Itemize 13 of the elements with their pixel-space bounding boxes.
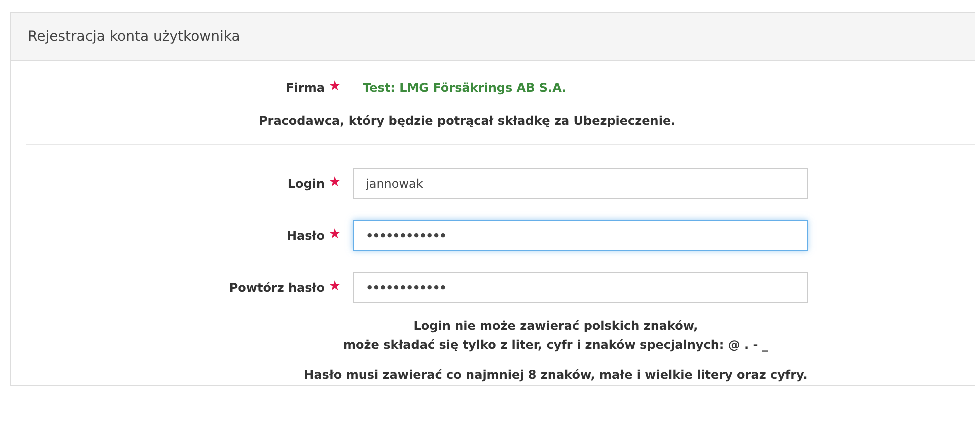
field-label: Hasło bbox=[287, 228, 325, 242]
hint-text: Login nie może zawierać polskich znaków, bbox=[412, 318, 700, 335]
panel-title: Rejestracja konta użytkownika bbox=[28, 28, 240, 44]
password-field[interactable]: •••••••••••• bbox=[353, 220, 808, 251]
company-note: Pracodawca, który będzie potrącał składkę za Ubezpieczenie. bbox=[258, 114, 677, 128]
text-field[interactable]: jannowak bbox=[353, 168, 808, 199]
hint-text: może składać się tylko z liter, cyfr i znaków specjalnych: @ . - _ bbox=[342, 337, 770, 354]
hint-text: Hasło musi zawierać co najmniej 8 znaków, małe i wielkie litery oraz cyfry. bbox=[303, 367, 809, 384]
field-label: Login bbox=[288, 176, 325, 190]
field-label: Firma bbox=[286, 81, 325, 95]
company-name: Test: LMG Försäkrings AB S.A. bbox=[363, 81, 568, 95]
field-label: Powtórz hasło bbox=[229, 280, 325, 294]
password-field[interactable]: •••••••••••• bbox=[353, 272, 808, 303]
